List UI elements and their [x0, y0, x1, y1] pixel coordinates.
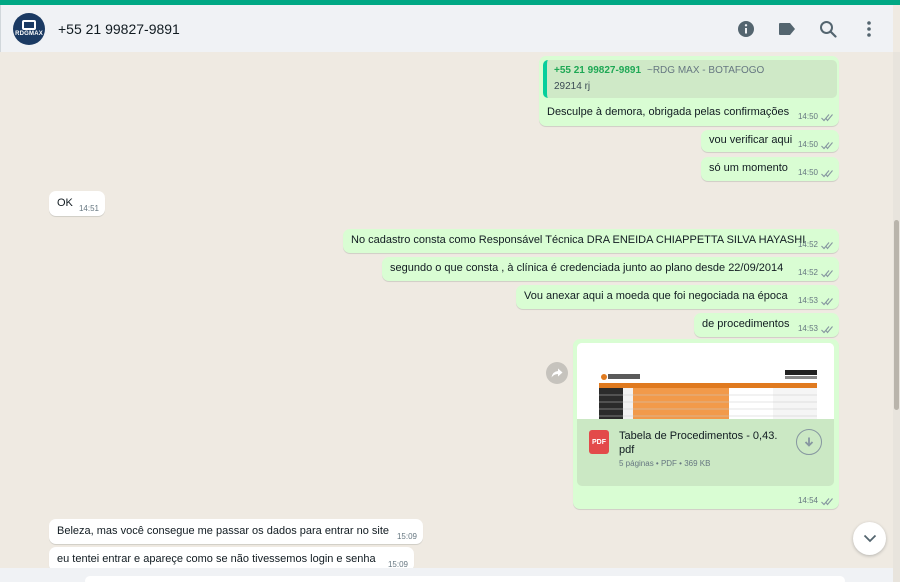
message-bubble[interactable]: de procedimentos 14:53 [694, 313, 839, 337]
message-time: 14:53 [797, 296, 818, 305]
forward-button[interactable] [546, 362, 568, 384]
message-time: 14:53 [797, 324, 818, 333]
message-text: No cadastro consta como Responsável Técn… [351, 234, 806, 246]
read-ticks-icon [821, 498, 833, 506]
scrollbar-thumb[interactable] [894, 220, 899, 410]
document-meta: 5 páginas • PDF • 369 KB [619, 459, 711, 468]
message-list[interactable]: +55 21 99827-9891 ~RDG MAX - BOTAFOGO 29… [0, 52, 893, 582]
message-bubble[interactable]: só um momento 14:50 [701, 157, 839, 181]
message-time: 14:52 [797, 240, 818, 249]
message-time: 15:09 [396, 532, 417, 541]
quoted-message[interactable]: +55 21 99827-9891 ~RDG MAX - BOTAFOGO 29… [543, 60, 837, 98]
read-ticks-icon [821, 114, 833, 122]
read-ticks-icon [821, 298, 833, 306]
message-time: 14:54 [797, 496, 818, 505]
message-bubble[interactable]: OK 14:51 [49, 191, 105, 216]
contact-name[interactable]: +55 21 99827-9891 [58, 21, 180, 37]
document-name[interactable]: Tabela de Procedimentos - 0,43.pdf [619, 429, 779, 457]
message-text: Beleza, mas você consegue me passar os d… [57, 525, 390, 537]
message-text: Desculpe à demora, obrigada pelas confir… [547, 106, 790, 118]
message-text: eu tentei entrar e apareçe como se não t… [57, 553, 376, 565]
quoted-text: 29214 rj [554, 81, 591, 92]
message-bubble[interactable]: No cadastro consta como Responsável Técn… [343, 229, 839, 253]
quoted-author-subtitle: ~RDG MAX - BOTAFOGO [647, 65, 765, 76]
message-bubble[interactable]: Vou anexar aqui a moeda que foi negociad… [516, 285, 839, 309]
info-icon[interactable] [734, 17, 758, 41]
document-card[interactable]: PDF Tabela de Procedimentos - 0,43.pdf 5… [577, 419, 834, 486]
message-input[interactable] [85, 576, 845, 582]
avatar-logo-text: RDGMAX [15, 31, 43, 37]
document-preview[interactable] [577, 343, 834, 419]
logo-icon [22, 20, 36, 30]
message-bubble[interactable]: +55 21 99827-9891 ~RDG MAX - BOTAFOGO 29… [539, 56, 839, 126]
message-bubble[interactable]: Beleza, mas você consegue me passar os d… [49, 519, 423, 544]
chat-header[interactable]: RDGMAX +55 21 99827-9891 [0, 5, 893, 52]
message-bubble[interactable]: segundo o que consta , à clínica é crede… [382, 257, 839, 281]
scroll-to-bottom-button[interactable] [853, 522, 886, 555]
document-message[interactable]: PDF Tabela de Procedimentos - 0,43.pdf 5… [573, 339, 839, 509]
download-button[interactable] [796, 429, 822, 455]
message-text: vou verificar aqui [709, 134, 793, 146]
message-text: de procedimentos [702, 318, 790, 330]
menu-icon[interactable] [857, 17, 881, 41]
read-ticks-icon [821, 170, 833, 178]
message-text: Vou anexar aqui a moeda que foi negociad… [524, 290, 788, 302]
message-text: OK [57, 197, 73, 209]
message-time: 14:50 [797, 112, 818, 121]
download-icon [804, 437, 814, 447]
message-time: 14:52 [797, 268, 818, 277]
read-ticks-icon [821, 242, 833, 250]
forward-icon [551, 368, 563, 378]
message-time: 14:50 [797, 140, 818, 149]
message-time: 14:50 [797, 168, 818, 177]
avatar[interactable]: RDGMAX [13, 12, 45, 45]
quoted-author: +55 21 99827-9891 [554, 65, 642, 76]
read-ticks-icon [821, 142, 833, 150]
document-thumbnail-icon [577, 343, 834, 419]
message-time: 14:51 [78, 204, 99, 213]
message-bubble[interactable]: vou verificar aqui 14:50 [701, 130, 839, 152]
pdf-icon: PDF [589, 430, 609, 454]
search-icon[interactable] [816, 17, 840, 41]
chevron-down-icon [863, 534, 876, 543]
label-icon[interactable] [775, 17, 799, 41]
message-text: segundo o que consta , à clínica é crede… [390, 262, 784, 274]
read-ticks-icon [821, 326, 833, 334]
read-ticks-icon [821, 270, 833, 278]
message-text: só um momento [709, 162, 788, 174]
header-actions [734, 5, 881, 52]
